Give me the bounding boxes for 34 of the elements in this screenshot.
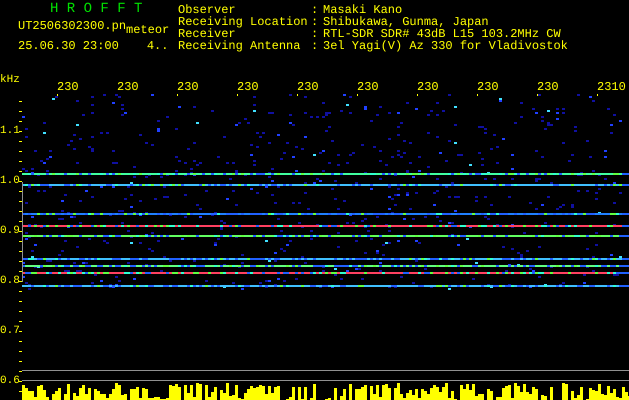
x-axis-label: 230 bbox=[177, 80, 200, 94]
axis-unit: kHz bbox=[0, 73, 20, 87]
info-value: Shibukawa, Gunma, Japan bbox=[323, 16, 489, 28]
x-axis-label: 230 bbox=[417, 80, 440, 94]
info-label: Receiver bbox=[178, 28, 236, 40]
x-axis-label: 230 bbox=[117, 80, 140, 94]
x-axis-label: 230 bbox=[57, 80, 80, 94]
info-separator: : bbox=[311, 16, 320, 28]
info-label: Observer bbox=[178, 4, 236, 16]
y-axis-label: 0.9 bbox=[0, 224, 19, 239]
y-axis-label: 0.8 bbox=[0, 274, 19, 289]
x-axis-label: 230 bbox=[237, 80, 260, 94]
y-axis-label: 1.1 bbox=[0, 124, 19, 139]
x-axis-label: 2310 bbox=[597, 80, 627, 94]
x-axis-label: 230 bbox=[477, 80, 500, 94]
info-value: RTL-SDR SDR# 43dB L15 103.2MHz CW bbox=[323, 28, 561, 40]
count: 4.. bbox=[146, 40, 168, 52]
info-separator: : bbox=[311, 4, 320, 16]
info-label: Receiving Antenna bbox=[178, 40, 302, 52]
y-axis-label: 0.6 bbox=[0, 374, 19, 389]
y-axis-label: 1.0 bbox=[0, 174, 19, 189]
info-separator: : bbox=[311, 28, 320, 40]
file-suffix: meteor bbox=[126, 24, 170, 36]
info-value: 3el Yagi(V) Az 330 for Vladivostok bbox=[323, 40, 568, 52]
app-title: H R O F F T bbox=[50, 2, 144, 16]
file-name: UT2506302300.pn bbox=[18, 20, 126, 32]
x-axis-label: 230 bbox=[297, 80, 320, 94]
info-separator: : bbox=[311, 40, 320, 52]
y-axis-label: 0.7 bbox=[0, 324, 19, 339]
timestamp: 25.06.30 23:00 bbox=[18, 40, 119, 52]
info-label: Receiving Location bbox=[178, 16, 309, 28]
info-value: Masaki Kano bbox=[323, 4, 402, 16]
x-axis-label: 230 bbox=[357, 80, 380, 94]
x-axis-label: 230 bbox=[537, 80, 560, 94]
